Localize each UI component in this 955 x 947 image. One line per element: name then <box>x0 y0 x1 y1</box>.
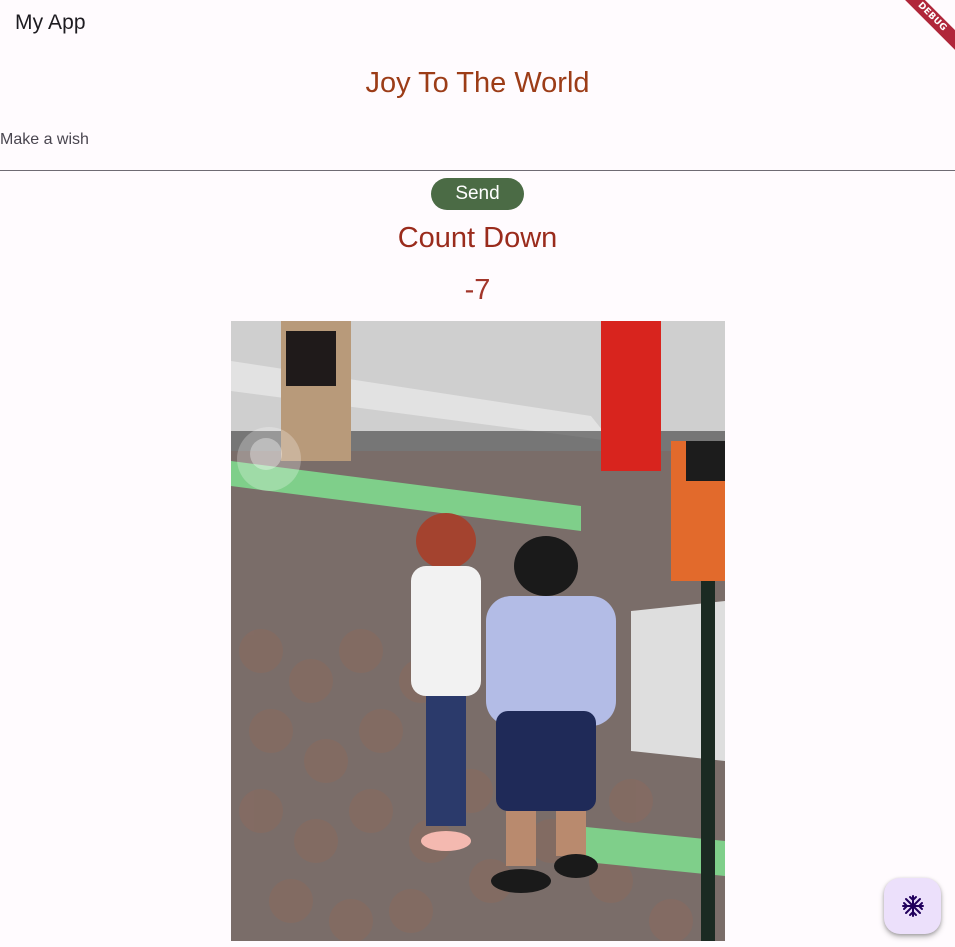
debug-banner: DEBUG <box>895 0 955 60</box>
wish-input[interactable] <box>0 128 940 152</box>
snowflake-icon <box>901 895 924 917</box>
video-frame <box>231 321 725 941</box>
fab-button[interactable] <box>884 878 941 934</box>
app-root: My App DEBUG Joy To The World Send Count… <box>0 0 955 947</box>
countdown-value: -7 <box>464 274 491 306</box>
page-heading: Joy To The World <box>365 67 590 99</box>
wish-field[interactable] <box>0 118 955 171</box>
app-bar: My App <box>0 0 955 48</box>
countdown-title: Count Down <box>397 222 558 254</box>
send-button[interactable]: Send <box>431 178 524 210</box>
video-player[interactable] <box>231 321 725 941</box>
app-title: My App <box>15 11 86 34</box>
debug-ribbon-label: DEBUG <box>895 0 955 54</box>
